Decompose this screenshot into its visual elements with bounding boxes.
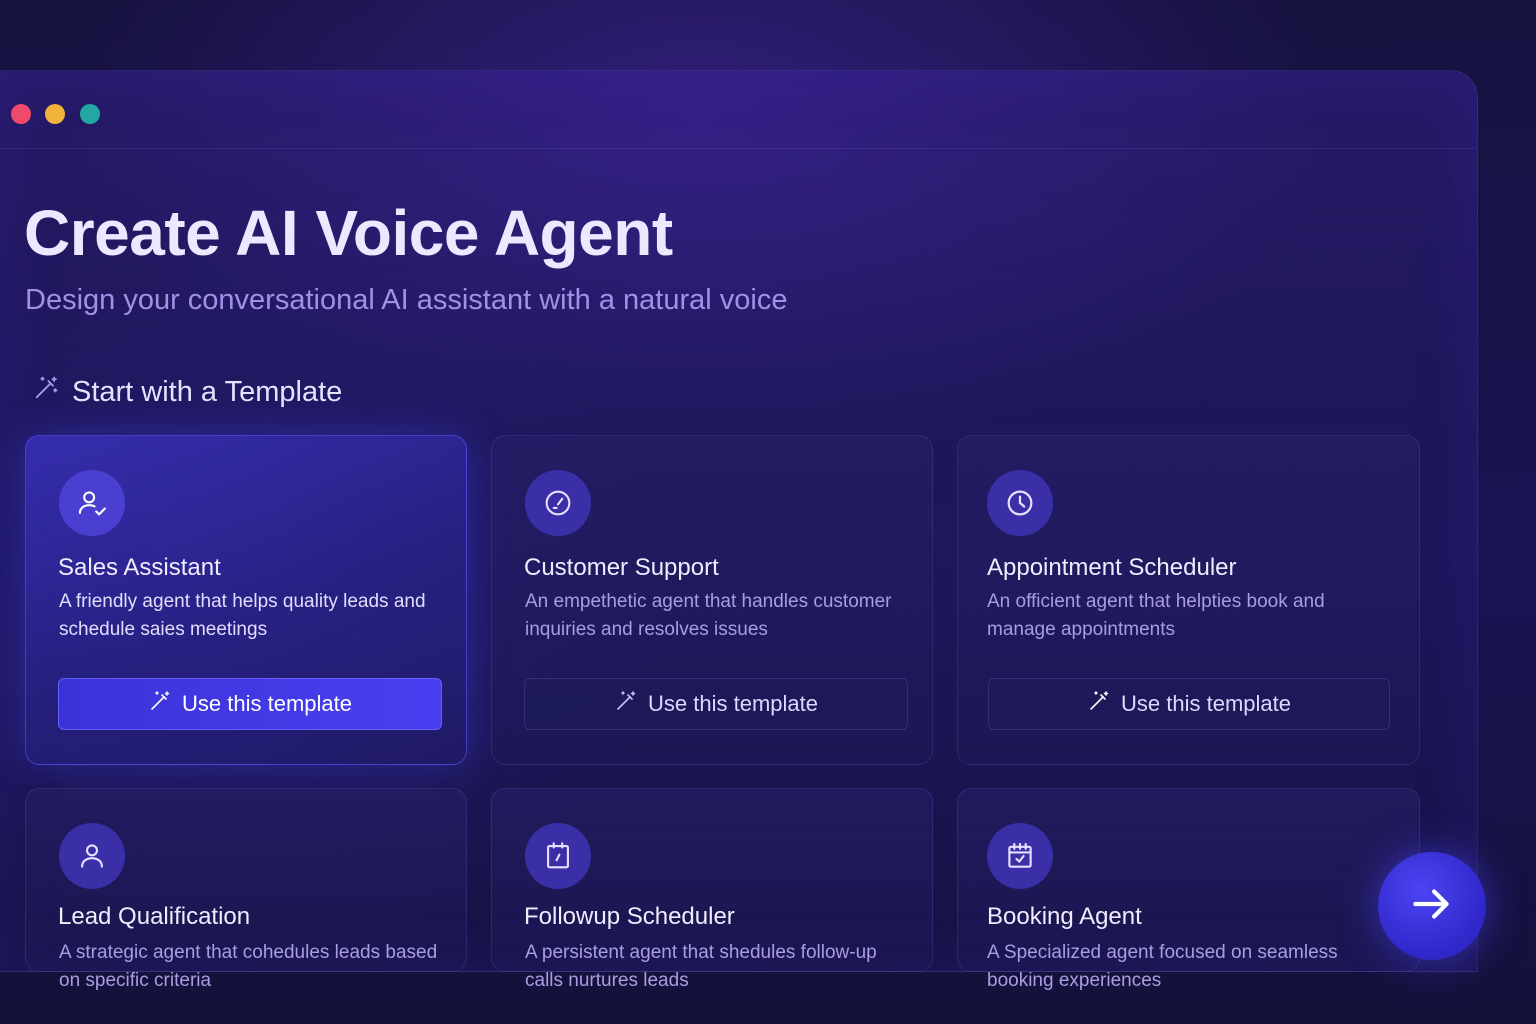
template-card-followup-scheduler[interactable]: Followup Scheduler A persistent agent th… [491, 788, 933, 991]
user-check-icon [59, 470, 125, 536]
section-heading-label: Start with a Template [72, 375, 343, 408]
card-description: An officient agent that helpties book an… [987, 591, 1325, 640]
card-title: Appointment Scheduler [987, 554, 1237, 581]
card-description: A friendly agent that helps quality lead… [59, 591, 426, 640]
button-label: Use this template [1121, 691, 1291, 716]
calendar-check-icon [987, 823, 1053, 889]
card-title: Followup Scheduler [524, 903, 735, 930]
card-title: Customer Support [524, 554, 719, 581]
magic-wand-icon [1087, 689, 1111, 719]
card-description: An empethetic agent that handles custome… [525, 591, 892, 640]
next-button[interactable] [1378, 852, 1486, 960]
button-label: Use this template [648, 691, 818, 716]
magic-wand-icon [32, 374, 60, 410]
card-description: A strategic agent that cohedules leads b… [59, 942, 438, 991]
card-title: Lead Qualification [58, 903, 251, 930]
maximize-window-button[interactable] [80, 104, 100, 124]
template-card-appointment-scheduler[interactable]: Appointment Scheduler An officient agent… [957, 435, 1420, 765]
template-card-lead-qualification[interactable]: Lead Qualification A strategic agent tha… [25, 788, 467, 991]
card-title: Sales Assistant [58, 554, 221, 581]
page-title: Create AI Voice Agent [24, 197, 673, 269]
user-icon [59, 823, 125, 889]
card-title: Booking Agent [987, 903, 1142, 930]
templates-section-heading: Start with a Template [32, 374, 342, 410]
use-template-button[interactable]: Use this template [58, 678, 442, 730]
template-card-booking-agent[interactable]: Booking Agent A Specialized agent focuse… [957, 788, 1420, 991]
clipboard-icon [525, 823, 591, 889]
card-description: A persistent agent that shedules follow-… [525, 942, 877, 991]
card-description: A Specialized agent focused on seamless … [987, 942, 1338, 991]
template-card-customer-support[interactable]: Customer Support An empethetic agent tha… [491, 435, 933, 765]
support-clock-icon [525, 470, 591, 536]
minimize-window-button[interactable] [45, 104, 65, 124]
magic-wand-icon [148, 689, 172, 719]
arrow-right-icon [1407, 879, 1457, 934]
close-window-button[interactable] [11, 104, 31, 124]
magic-wand-icon [614, 689, 638, 719]
template-card-sales-assistant[interactable]: Sales Assistant A friendly agent that he… [25, 435, 467, 765]
use-template-button[interactable]: Use this template [988, 678, 1390, 730]
window-titlebar [0, 71, 1477, 149]
clock-icon [987, 470, 1053, 536]
button-label: Use this template [182, 691, 352, 716]
use-template-button[interactable]: Use this template [524, 678, 908, 730]
page-subtitle: Design your conversational AI assistant … [25, 284, 788, 316]
